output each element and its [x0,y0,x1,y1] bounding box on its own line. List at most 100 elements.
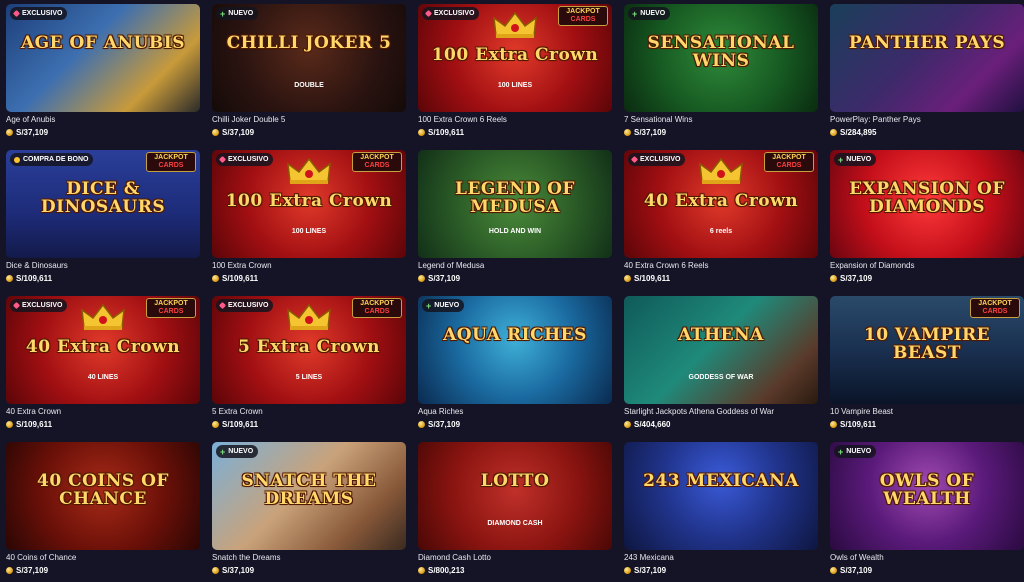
game-badge-label: EXCLUSIVO [640,156,681,163]
game-thumbnail[interactable]: LEGEND OF MEDUSA HOLD AND WIN [418,150,612,258]
plus-icon: + [220,8,226,19]
game-card[interactable]: AQUA RICHES + NUEVO Aqua Riches S/37,109 [418,296,612,436]
game-card[interactable]: OWLS OF WEALTH + NUEVO Owls of Wealth S/37,1… [830,442,1024,582]
game-card[interactable]: PANTHER PAYS PowerPlay: Panther Pays S/284… [830,4,1024,144]
game-thumbnail[interactable]: 40 COINS OF CHANCE [6,442,200,550]
game-badge: + NUEVO [216,7,259,20]
game-thumbnail[interactable]: CHILLI JOKER 5 DOUBLE + NUEVO [212,4,406,112]
game-art-subtitle: 6 reels [709,228,733,235]
game-thumbnail[interactable]: LOTTO DIAMOND CASH [418,442,612,550]
coin-icon [418,421,425,428]
game-thumbnail[interactable]: AQUA RICHES + NUEVO [418,296,612,404]
game-badge: EXCLUSIVO [10,299,68,312]
game-badge: EXCLUSIVO [422,7,480,20]
game-card[interactable]: SENSATIONAL WINS + NUEVO 7 Sensational Wins… [624,4,818,144]
coin-icon [624,129,631,136]
cards-label: CARDS [364,162,390,169]
game-thumbnail[interactable]: 40 Extra Crown 6 reels EXCLUSIVO JACKPOT CAR… [624,150,818,258]
game-card[interactable]: CHILLI JOKER 5 DOUBLE + NUEVO Chilli Joker D… [212,4,406,144]
game-title[interactable]: Diamond Cash Lotto [418,553,612,562]
game-title[interactable]: 243 Mexicana [624,553,818,562]
game-thumbnail[interactable]: AGE OF ANUBIS EXCLUSIVO [6,4,200,112]
game-thumbnail[interactable]: 10 VAMPIRE BEAST JACKPOT CARDS [830,296,1024,404]
game-title[interactable]: 100 Extra Crown 6 Reels [418,115,612,124]
game-badge: EXCLUSIVO [216,299,274,312]
game-card[interactable]: AGE OF ANUBIS EXCLUSIVO Age of Anubis S/37,… [6,4,200,144]
jackpot-cards-logo: JACKPOT CARDS [352,152,402,172]
game-thumbnail[interactable]: OWLS OF WEALTH + NUEVO [830,442,1024,550]
game-badge-label: NUEVO [846,156,872,163]
game-title[interactable]: 40 Extra Crown [6,407,200,416]
game-card[interactable]: ATHENA GODDESS OF WAR Starlight Jackpots A… [624,296,818,436]
jackpot-amount-value: S/37,109 [634,128,667,137]
game-title[interactable]: PowerPlay: Panther Pays [830,115,1024,124]
game-art-subtitle: GODDESS OF WAR [688,374,754,381]
jackpot-amount: S/109,611 [212,274,258,283]
game-title[interactable]: Chilli Joker Double 5 [212,115,406,124]
jackpot-amount-value: S/37,109 [222,128,255,137]
game-title[interactable]: 40 Extra Crown 6 Reels [624,261,818,270]
game-thumbnail[interactable]: EXPANSION OF DIAMONDS + NUEVO [830,150,1024,258]
game-thumbnail[interactable]: 100 Extra Crown 100 LINES EXCLUSIVO JACKPOT… [418,4,612,112]
game-thumbnail[interactable]: PANTHER PAYS [830,4,1024,112]
game-card[interactable]: 243 MEXICANA 243 Mexicana S/37,109 [624,442,818,582]
game-title[interactable]: Legend of Medusa [418,261,612,270]
game-thumbnail[interactable]: SNATCH THE DREAMS + NUEVO [212,442,406,550]
game-badge: + NUEVO [422,299,465,312]
game-title[interactable]: Expansion of Diamonds [830,261,1024,270]
game-title[interactable]: Snatch the Dreams [212,553,406,562]
game-title[interactable]: Starlight Jackpots Athena Goddess of War [624,407,818,416]
jackpot-amount: S/37,109 [212,566,254,575]
jackpot-amount: S/37,109 [212,128,254,137]
game-card[interactable]: 40 Extra Crown 40 LINES EXCLUSIVO JACKPOT CA… [6,296,200,436]
game-thumbnail[interactable]: ATHENA GODDESS OF WAR [624,296,818,404]
game-card[interactable]: 100 Extra Crown 100 LINES EXCLUSIVO JACKPOT… [212,150,406,290]
game-art-title: SENSATIONAL WINS [647,33,795,71]
game-title[interactable]: 10 Vampire Beast [830,407,1024,416]
plus-icon: + [220,446,226,457]
game-card[interactable]: SNATCH THE DREAMS + NUEVO Snatch the Dreams… [212,442,406,582]
game-title[interactable]: 5 Extra Crown [212,407,406,416]
game-title[interactable]: Owls of Wealth [830,553,1024,562]
coin-icon [418,129,425,136]
game-card[interactable]: EXPANSION OF DIAMONDS + NUEVO Expansion of … [830,150,1024,290]
game-card[interactable]: DICE & DINOSAURS COMPRA DE BONO JACKPOT CAR… [6,150,200,290]
game-art-subtitle: 100 LINES [497,82,533,89]
game-badge: + NUEVO [216,445,259,458]
game-card[interactable]: 40 COINS OF CHANCE 40 Coins of Chance S/37… [6,442,200,582]
jackpot-cards-logo: JACKPOT CARDS [764,152,814,172]
game-card[interactable]: 100 Extra Crown 100 LINES EXCLUSIVO JACKPOT… [418,4,612,144]
game-title[interactable]: Age of Anubis [6,115,200,124]
game-thumbnail[interactable]: SENSATIONAL WINS + NUEVO [624,4,818,112]
game-title[interactable]: 7 Sensational Wins [624,115,818,124]
game-title[interactable]: 100 Extra Crown [212,261,406,270]
game-art-subtitle: DOUBLE [294,82,324,89]
game-grid: AGE OF ANUBIS EXCLUSIVO Age of Anubis S/37,… [0,0,1024,582]
game-art-subtitle: 40 LINES [87,374,119,381]
game-title[interactable]: Aqua Riches [418,407,612,416]
cards-label: CARDS [776,162,802,169]
jackpot-amount: S/109,611 [624,274,670,283]
cards-label: CARDS [158,162,184,169]
game-card[interactable]: 10 VAMPIRE BEAST JACKPOT CARDS 10 Vampire B… [830,296,1024,436]
game-card[interactable]: LEGEND OF MEDUSA HOLD AND WIN Legend of Me… [418,150,612,290]
game-thumbnail[interactable]: 40 Extra Crown 40 LINES EXCLUSIVO JACKPOT CA… [6,296,200,404]
game-badge-label: NUEVO [228,448,254,455]
game-title[interactable]: 40 Coins of Chance [6,553,200,562]
game-card[interactable]: 40 Extra Crown 6 reels EXCLUSIVO JACKPOT CAR… [624,150,818,290]
game-badge-label: NUEVO [846,448,872,455]
game-art-title: 243 MEXICANA [643,471,799,491]
jackpot-amount-value: S/109,611 [428,128,465,137]
coin-icon [6,421,13,428]
jackpot-label: JACKPOT [360,300,394,307]
jackpot-amount: S/109,611 [830,420,876,429]
game-title[interactable]: Dice & Dinosaurs [6,261,200,270]
game-thumbnail[interactable]: DICE & DINOSAURS COMPRA DE BONO JACKPOT CAR… [6,150,200,258]
game-card[interactable]: 5 Extra Crown 5 LINES EXCLUSIVO JACKPOT CARD… [212,296,406,436]
diamond-icon [12,301,21,310]
game-thumbnail[interactable]: 100 Extra Crown 100 LINES EXCLUSIVO JACKPOT… [212,150,406,258]
game-thumbnail[interactable]: 243 MEXICANA [624,442,818,550]
game-card[interactable]: LOTTO DIAMOND CASH Diamond Cash Lotto S/800… [418,442,612,582]
game-thumbnail[interactable]: 5 Extra Crown 5 LINES EXCLUSIVO JACKPOT CARD… [212,296,406,404]
jackpot-label: JACKPOT [154,154,188,161]
